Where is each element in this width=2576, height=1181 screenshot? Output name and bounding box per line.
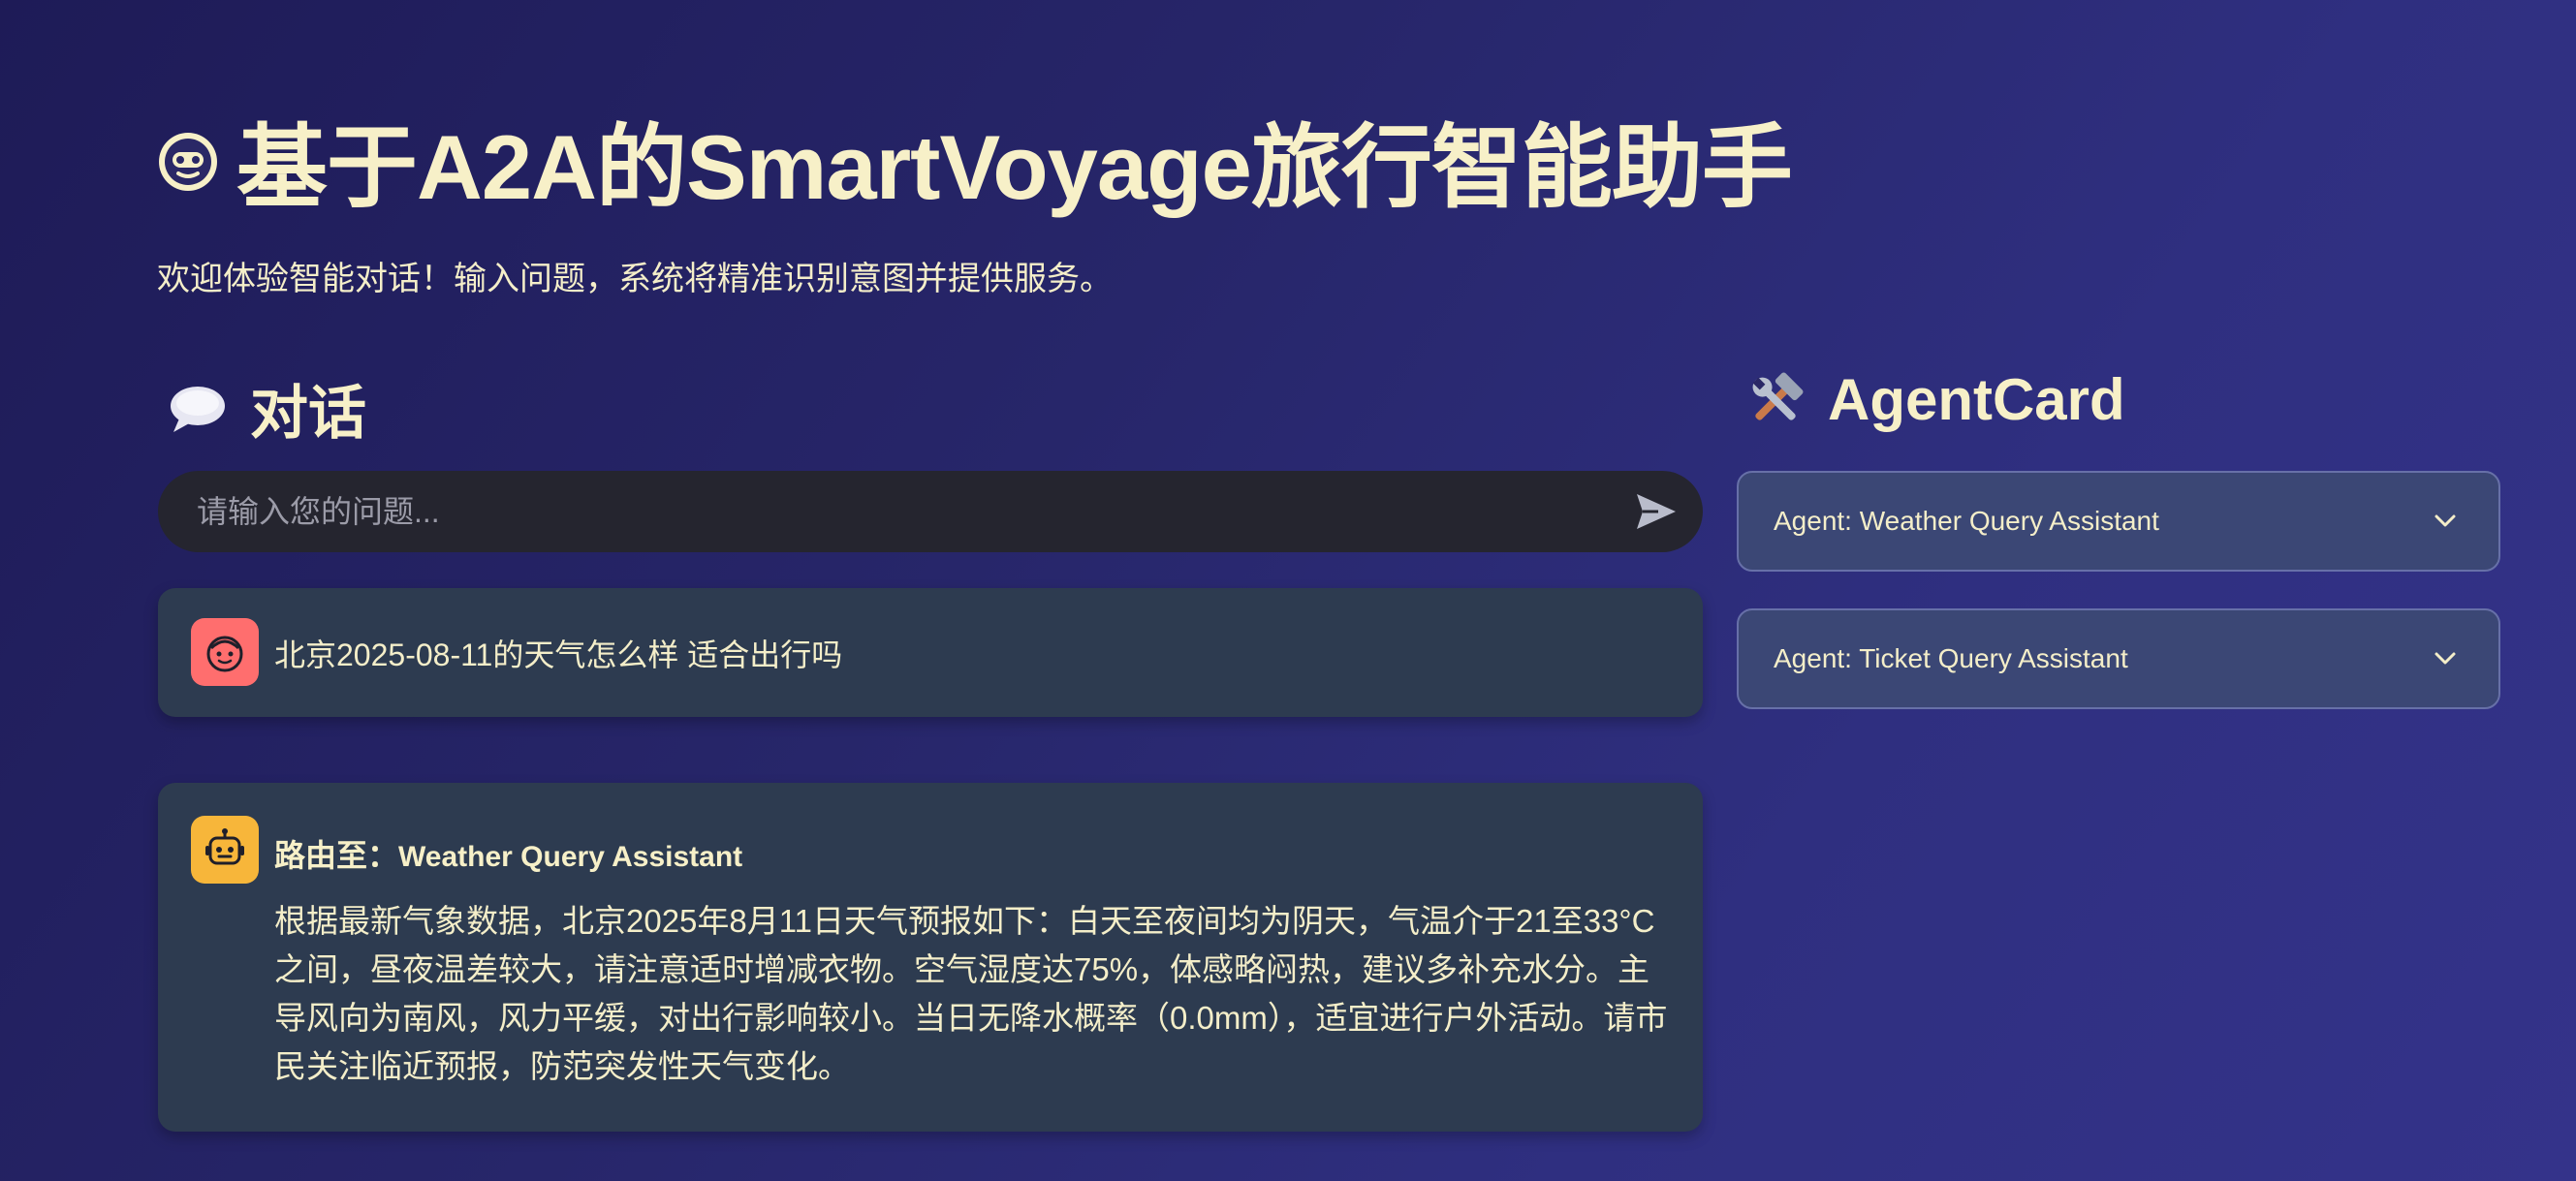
chat-heading-text: 对话 — [250, 381, 366, 446]
page-title: 基于A2A的SmartVoyage旅行智能助手 — [153, 102, 1793, 218]
assistant-message: 路由至：Weather Query Assistant 根据最新气象数据，北京2… — [158, 783, 1703, 1132]
agentcard-heading-text: AgentCard — [1828, 367, 2125, 432]
page-title-text: 基于A2A的SmartVoyage旅行智能助手 — [236, 116, 1793, 218]
agent-card-weather[interactable]: Agent: Weather Query Assistant — [1737, 471, 2500, 572]
chat-input-bar — [158, 471, 1703, 552]
chat-input[interactable] — [195, 492, 1633, 531]
page-subtitle: 欢迎体验智能对话！输入问题，系统将精准识别意图并提供服务。 — [157, 261, 1113, 297]
agent-card-label: Agent: Ticket Query Assistant — [1774, 643, 2128, 673]
send-icon[interactable] — [1633, 488, 1680, 535]
robot-icon — [191, 816, 259, 884]
agentcard-section-heading: AgentCard — [1744, 366, 2125, 433]
chat-section-heading: 对话 — [167, 366, 366, 451]
chevron-down-icon[interactable] — [2431, 507, 2460, 536]
robot-face-icon — [153, 125, 223, 195]
user-message-text: 北京2025-08-11的天气怎么样 适合出行吗 — [274, 637, 843, 672]
user-message: 北京2025-08-11的天气怎么样 适合出行吗 — [158, 588, 1703, 717]
assistant-message-text: 根据最新气象数据，北京2025年8月11日天气预报如下：白天至夜间均为阴天，气温… — [274, 903, 1668, 1084]
hammer-wrench-icon — [1744, 369, 1806, 431]
agent-card-ticket[interactable]: Agent: Ticket Query Assistant — [1737, 608, 2500, 709]
route-info: 路由至：Weather Query Assistant — [274, 831, 742, 876]
route-prefix: 路由至： — [274, 838, 399, 873]
route-target: Weather Query Assistant — [398, 841, 743, 873]
chevron-down-icon[interactable] — [2431, 644, 2460, 673]
user-face-icon — [191, 618, 259, 686]
speech-balloon-icon — [167, 378, 229, 440]
agent-card-label: Agent: Weather Query Assistant — [1774, 506, 2159, 536]
